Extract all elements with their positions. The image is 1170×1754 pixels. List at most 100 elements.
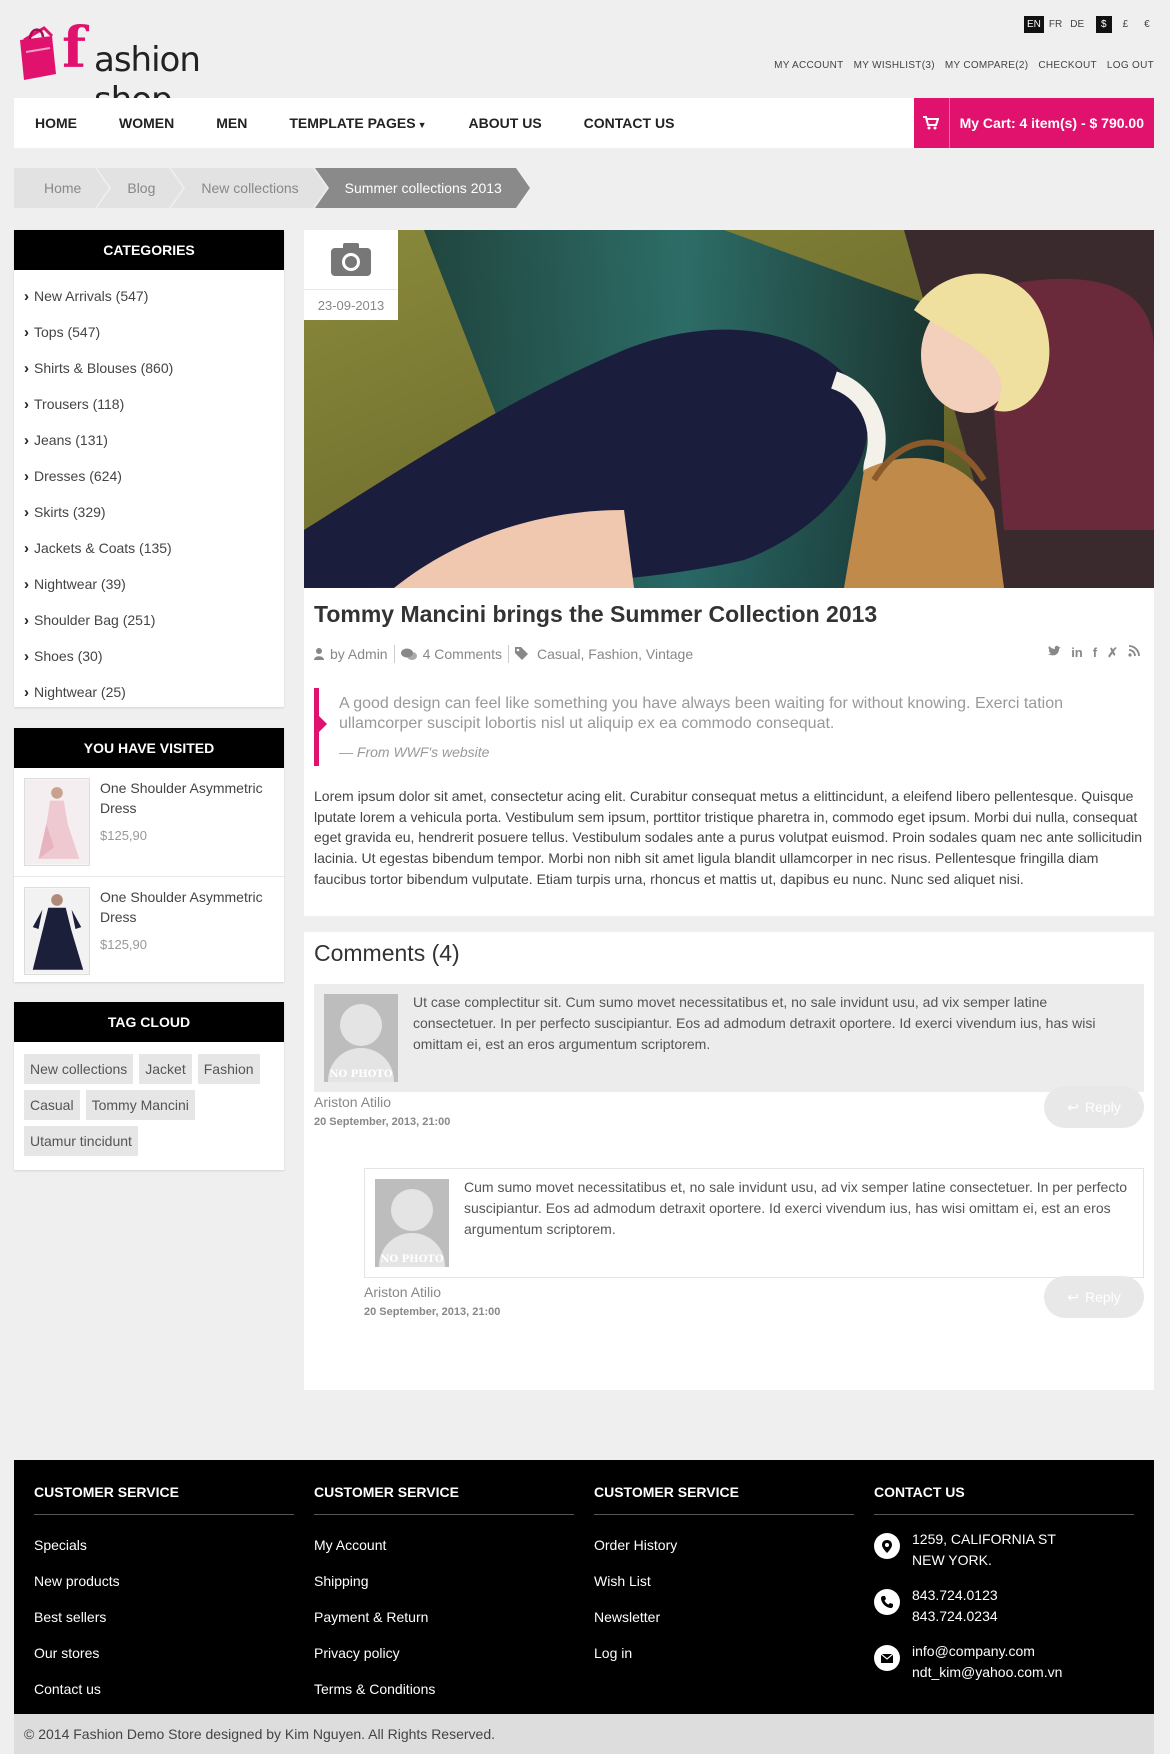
facebook-icon[interactable]: f <box>1093 645 1097 661</box>
footer-link[interactable]: Wish List <box>594 1573 651 1589</box>
product-thumbnail[interactable] <box>24 778 90 866</box>
visited-product-price: $125,90 <box>100 937 147 952</box>
twitter-icon[interactable] <box>1048 645 1062 661</box>
footer-link[interactable]: Payment & Return <box>314 1609 428 1625</box>
nav-template-pages-label: TEMPLATE PAGES <box>289 115 416 131</box>
footer-link[interactable]: Specials <box>34 1537 87 1553</box>
visited-item[interactable]: One Shoulder Asymmetric Dress $125,90 <box>14 876 284 984</box>
footer: CUSTOMER SERVICE Specials New products B… <box>14 1460 1154 1714</box>
breadcrumb-current: Summer collections 2013 <box>314 168 531 208</box>
post-date-badge: 23-09-2013 <box>304 230 398 320</box>
lang-de[interactable]: DE <box>1067 16 1087 33</box>
visited-product-name[interactable]: One Shoulder Asymmetric Dress <box>100 887 270 927</box>
lang-en[interactable]: EN <box>1024 16 1044 33</box>
tag-cloud-title: TAG CLOUD <box>14 1002 284 1042</box>
footer-link[interactable]: My Account <box>314 1537 386 1553</box>
footer-link[interactable]: Privacy policy <box>314 1645 400 1661</box>
tag[interactable]: Jacket <box>139 1054 192 1084</box>
phone-number[interactable]: 843.724.0123 <box>912 1585 998 1606</box>
lang-fr[interactable]: FR <box>1046 16 1065 33</box>
post-title: Tommy Mancini brings the Summer Collecti… <box>314 601 878 627</box>
footer-link[interactable]: New products <box>34 1573 120 1589</box>
reply-label: Reply <box>1084 1289 1121 1305</box>
category-item[interactable]: Dresses (624) <box>14 458 284 494</box>
contact-email: info@company.com ndt_kim@yahoo.com.vn <box>874 1641 1134 1683</box>
share-icons: in f ✗ <box>1048 645 1140 661</box>
nav-home[interactable]: HOME <box>14 115 98 131</box>
no-photo-label: NO PHOTO <box>380 1254 444 1265</box>
visited-item[interactable]: One Shoulder Asymmetric Dress $125,90 <box>14 768 284 876</box>
post-tags[interactable]: Casual, Fashion, Vintage <box>514 646 693 662</box>
linkedin-icon[interactable]: in <box>1071 645 1083 661</box>
footer-link[interactable]: Newsletter <box>594 1609 660 1625</box>
post-author[interactable]: by Admin <box>314 646 388 662</box>
tag[interactable]: Tommy Mancini <box>85 1090 195 1120</box>
rss-icon[interactable] <box>1128 645 1140 661</box>
my-compare-link[interactable]: MY COMPARE(2) <box>945 60 1029 71</box>
reply-button[interactable]: ↩ Reply <box>1044 1086 1144 1128</box>
nav-men[interactable]: MEN <box>195 115 268 131</box>
footer-link[interactable]: Contact us <box>34 1681 101 1697</box>
footer-link[interactable]: Terms & Conditions <box>314 1681 435 1697</box>
post-comments-link[interactable]: 4 Comments <box>400 646 502 662</box>
breadcrumb-home[interactable]: Home <box>14 168 110 208</box>
currency-gbp[interactable]: £ <box>1118 16 1134 33</box>
footer-link[interactable]: Order History <box>594 1537 677 1553</box>
category-item[interactable]: Shoulder Bag (251) <box>14 602 284 638</box>
category-item[interactable]: Skirts (329) <box>14 494 284 530</box>
visited-product-name[interactable]: One Shoulder Asymmetric Dress <box>100 778 270 818</box>
currency-usd[interactable]: $ <box>1096 16 1112 33</box>
tag[interactable]: Fashion <box>197 1054 260 1084</box>
email-address[interactable]: ndt_kim@yahoo.com.vn <box>912 1662 1062 1683</box>
copyright: © 2014 Fashion Demo Store designed by Ki… <box>14 1714 1154 1754</box>
category-item[interactable]: Shirts & Blouses (860) <box>14 350 284 386</box>
comment-author: Ariston Atilio <box>364 1284 442 1300</box>
post-quote: A good design can feel like something yo… <box>314 688 1144 766</box>
nav-about-us[interactable]: ABOUT US <box>448 115 563 131</box>
footer-contact: CONTACT US 1259, CALIFORNIA ST NEW YORK.… <box>874 1460 1134 1697</box>
footer-link[interactable]: Best sellers <box>34 1609 106 1625</box>
nav-contact-us[interactable]: CONTACT US <box>563 115 696 131</box>
map-marker-icon <box>874 1533 900 1559</box>
reply-icon: ↩ <box>1067 1098 1079 1115</box>
category-item[interactable]: New Arrivals (547) <box>14 278 284 314</box>
breadcrumb: Home Blog New collections Summer collect… <box>14 168 531 208</box>
my-account-link[interactable]: MY ACCOUNT <box>774 60 844 71</box>
category-item[interactable]: Nightwear (25) <box>14 674 284 710</box>
xing-icon[interactable]: ✗ <box>1107 645 1118 661</box>
category-item[interactable]: Jeans (131) <box>14 422 284 458</box>
category-item[interactable]: Trousers (118) <box>14 386 284 422</box>
footer-link[interactable]: Shipping <box>314 1573 369 1589</box>
product-thumbnail[interactable] <box>24 887 90 975</box>
category-item[interactable]: Shoes (30) <box>14 638 284 674</box>
cart-button[interactable]: My Cart: 4 item(s) - $ 790.00 <box>913 98 1154 148</box>
nav-template-pages[interactable]: TEMPLATE PAGES ▼ <box>268 115 447 131</box>
avatar: NO PHOTO <box>375 1179 449 1267</box>
currency-eur[interactable]: € <box>1139 16 1155 33</box>
categories-title: CATEGORIES <box>14 230 284 270</box>
main-nav: HOME WOMEN MEN TEMPLATE PAGES ▼ ABOUT US … <box>14 98 1154 148</box>
footer-column-1: CUSTOMER SERVICE Specials New products B… <box>34 1460 294 1707</box>
footer-heading: CUSTOMER SERVICE <box>314 1484 574 1515</box>
tag[interactable]: Casual <box>24 1090 80 1120</box>
category-item[interactable]: Nightwear (39) <box>14 566 284 602</box>
category-item[interactable]: Tops (547) <box>14 314 284 350</box>
tag-list: New collections Jacket Fashion Casual To… <box>14 1042 284 1168</box>
nav-women[interactable]: WOMEN <box>98 115 195 131</box>
checkout-link[interactable]: CHECKOUT <box>1038 60 1097 71</box>
top-links: MY ACCOUNT MY WISHLIST(3) MY COMPARE(2) … <box>774 60 1154 71</box>
phone-number[interactable]: 843.724.0234 <box>912 1606 998 1627</box>
category-item[interactable]: Jackets & Coats (135) <box>14 530 284 566</box>
logout-link[interactable]: LOG OUT <box>1107 60 1154 71</box>
tag[interactable]: New collections <box>24 1054 134 1084</box>
footer-link[interactable]: Our stores <box>34 1645 99 1661</box>
logo[interactable]: f ashion shop <box>16 18 276 120</box>
breadcrumb-new-collections[interactable]: New collections <box>171 168 327 208</box>
my-wishlist-link[interactable]: MY WISHLIST(3) <box>854 60 935 71</box>
tag[interactable]: Utamur tincidunt <box>24 1126 138 1156</box>
post-date: 23-09-2013 <box>304 289 398 313</box>
email-address[interactable]: info@company.com <box>912 1641 1062 1662</box>
reply-button[interactable]: ↩ Reply <box>1044 1276 1144 1318</box>
visited-product-price: $125,90 <box>100 828 147 843</box>
footer-link[interactable]: Log in <box>594 1645 632 1661</box>
